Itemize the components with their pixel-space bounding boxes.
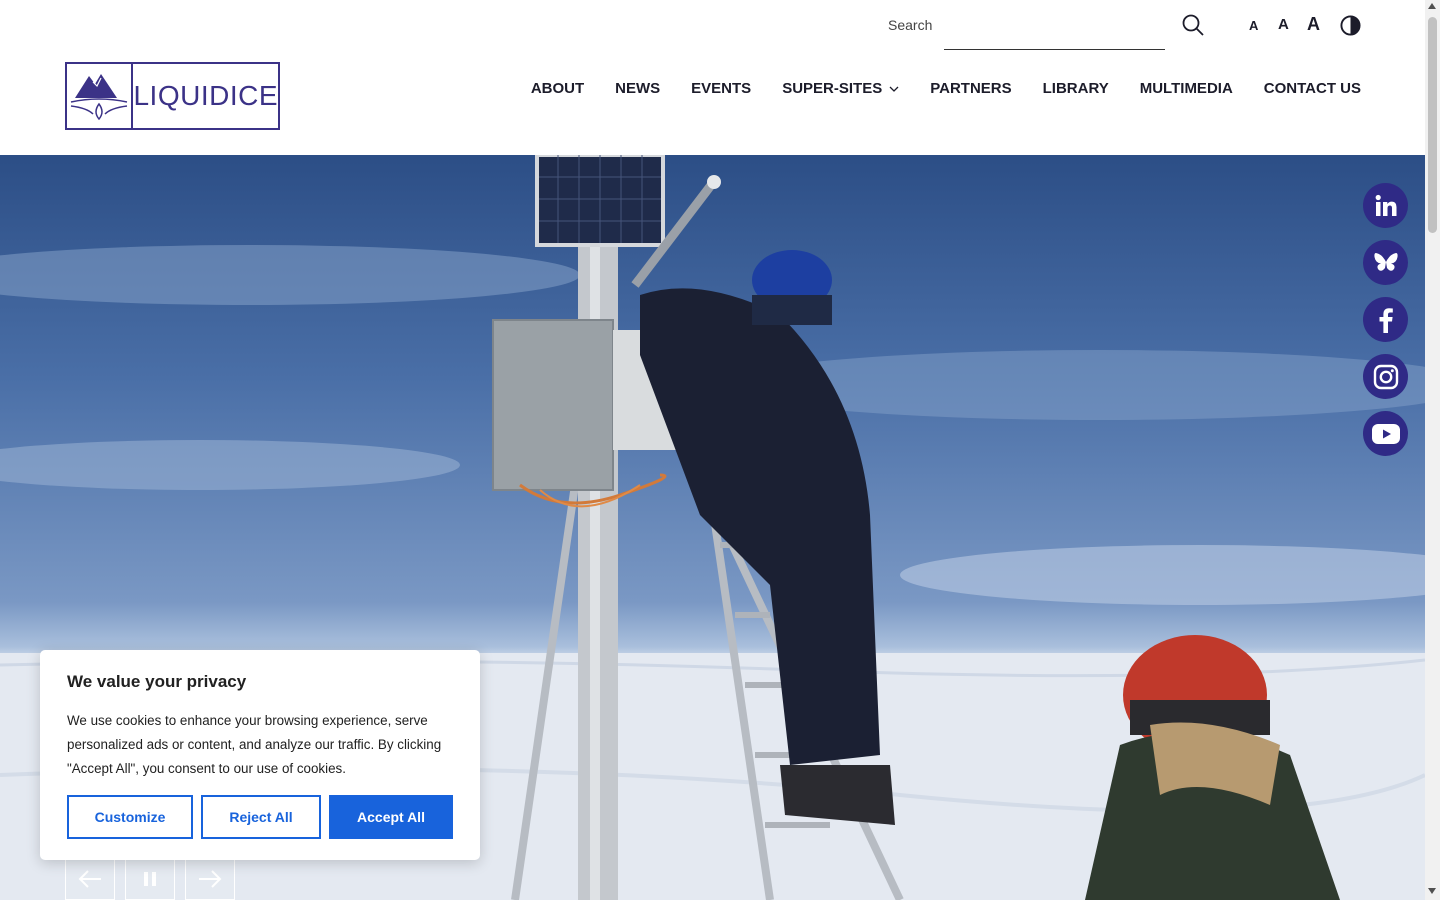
nav-item-label: CONTACT US <box>1263 80 1361 97</box>
logo-text: LIQUIDICE <box>133 80 278 111</box>
nav-item-label: SUPER-SITES <box>782 80 883 97</box>
facebook-link[interactable] <box>1363 297 1408 342</box>
nav-item-events[interactable]: EVENTS <box>691 80 751 97</box>
youtube-link[interactable] <box>1363 411 1408 456</box>
linkedin-link[interactable] <box>1363 183 1408 228</box>
slider-next-button[interactable] <box>185 858 235 900</box>
nav-item-label: NEWS <box>615 80 661 97</box>
slider-pause-button[interactable] <box>125 858 175 900</box>
font-size-medium-button[interactable]: A <box>1278 16 1289 33</box>
nav-item-label: MULTIMEDIA <box>1139 80 1233 97</box>
nav-item-about[interactable]: ABOUT <box>531 80 584 97</box>
accept-all-button[interactable]: Accept All <box>329 795 453 839</box>
pause-icon <box>144 871 156 886</box>
logo-mountain-icon <box>67 64 134 128</box>
instagram-icon <box>1373 364 1398 389</box>
customize-button[interactable]: Customize <box>67 795 193 839</box>
nav-item-partners[interactable]: PARTNERS <box>930 80 1011 97</box>
font-size-small-button[interactable]: A <box>1249 18 1258 33</box>
search-input[interactable] <box>944 8 1165 50</box>
linkedin-icon <box>1375 194 1396 216</box>
nav-item-label: PARTNERS <box>930 80 1012 97</box>
facebook-icon <box>1379 307 1393 333</box>
reject-all-button[interactable]: Reject All <box>201 795 321 839</box>
bluesky-link[interactable] <box>1363 240 1408 285</box>
cookie-consent-banner: We value your privacy We use cookies to … <box>40 650 480 860</box>
scrollbar-thumb[interactable] <box>1428 17 1437 233</box>
nav-item-library[interactable]: LIBRARY <box>1043 80 1109 97</box>
search-icon <box>1182 14 1204 36</box>
nav-item-label: ABOUT <box>530 80 585 97</box>
chevron-down-icon <box>889 86 899 92</box>
nav-item-multimedia[interactable]: MULTIMEDIA <box>1140 80 1233 97</box>
font-size-large-button[interactable]: A <box>1307 14 1320 35</box>
nav-item-label: LIBRARY <box>1042 80 1109 97</box>
cookie-description: We use cookies to enhance your browsing … <box>67 713 442 776</box>
page-scrollbar[interactable] <box>1425 0 1440 900</box>
bluesky-icon <box>1373 252 1398 271</box>
site-header: Search A A A LIQUIDICE ABOUT NEWS EVENTS <box>0 0 1425 155</box>
site-logo[interactable]: LIQUIDICE <box>65 62 280 130</box>
search-label: Search <box>888 17 933 33</box>
nav-item-label: EVENTS <box>691 80 752 97</box>
youtube-icon <box>1371 423 1400 444</box>
search-button[interactable] <box>1178 11 1208 41</box>
nav-item-news[interactable]: NEWS <box>615 80 660 97</box>
cookie-title: We value your privacy <box>67 672 247 691</box>
cookie-button-group: Customize Reject All Accept All <box>67 795 453 839</box>
contrast-toggle-icon[interactable] <box>1340 15 1361 36</box>
scroll-up-arrow-icon[interactable] <box>1428 3 1436 9</box>
scroll-down-arrow-icon[interactable] <box>1428 888 1436 894</box>
next-arrow-icon <box>199 869 222 888</box>
previous-arrow-icon <box>78 869 101 888</box>
nav-item-contact-us[interactable]: CONTACT US <box>1264 80 1361 97</box>
slider-previous-button[interactable] <box>65 858 115 900</box>
main-navigation: ABOUT NEWS EVENTS SUPER-SITES PARTNERS L… <box>500 80 1361 97</box>
instagram-link[interactable] <box>1363 354 1408 399</box>
nav-item-super-sites[interactable]: SUPER-SITES <box>782 80 899 97</box>
